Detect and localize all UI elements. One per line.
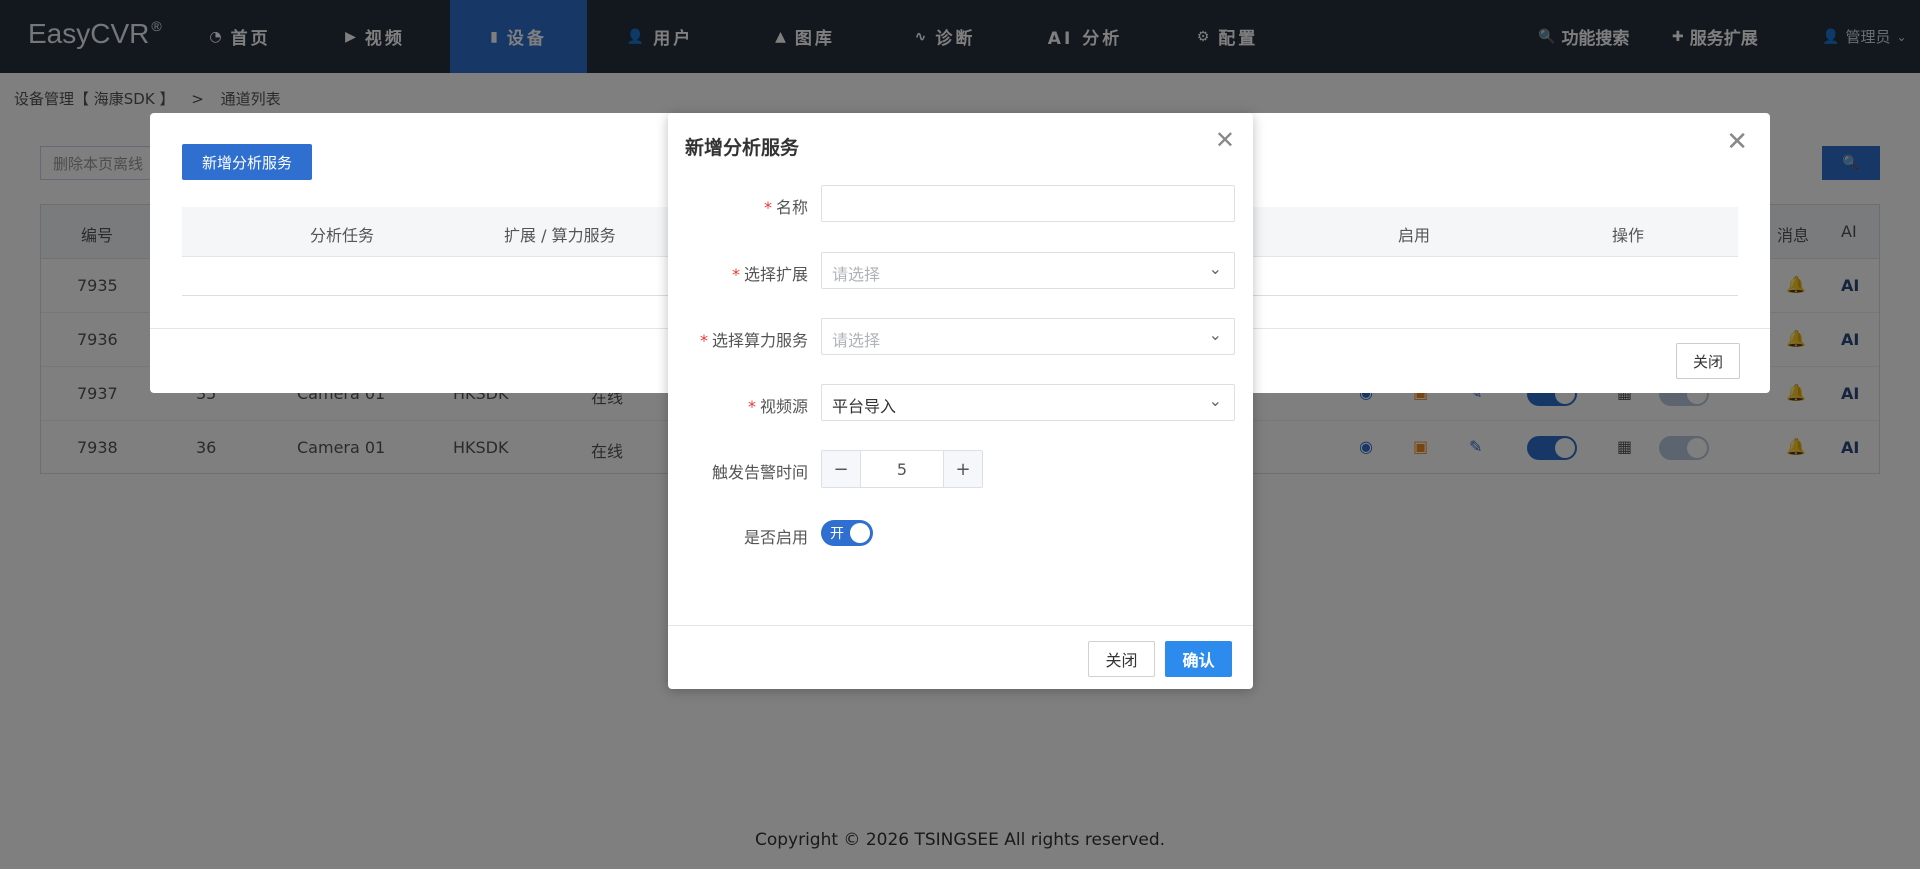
column-header-enable: 启用	[1398, 226, 1431, 245]
form-row-name: * 名称	[668, 185, 1253, 223]
close-button[interactable]: 关闭	[1676, 343, 1740, 379]
switch-on-text: 开	[830, 526, 844, 542]
chevron-down-icon: ⌄	[1208, 391, 1222, 410]
required-mark: *	[747, 397, 756, 416]
column-header-action: 操作	[1612, 226, 1645, 245]
required-mark: *	[763, 198, 772, 217]
form-row-extension: * 选择扩展 请选择 ⌄	[668, 252, 1253, 290]
column-header-task: 分析任务	[310, 226, 375, 245]
video-source-select[interactable]: 平台导入 ⌄	[821, 384, 1235, 421]
add-analysis-service-dialog: 新增分析服务 ✕ * 名称 * 选择扩展 请选择 ⌄ * 选择算力服务 请选择 ⌄ * 视频…	[668, 113, 1253, 689]
field-label: * 选择算力服务	[699, 331, 808, 350]
field-label: * 名称	[763, 198, 808, 217]
increment-button[interactable]: +	[944, 451, 982, 487]
form-row-compute: * 选择算力服务 请选择 ⌄	[668, 318, 1253, 356]
switch-knob	[850, 523, 870, 543]
alarm-time-stepper: − 5 +	[821, 450, 983, 488]
close-icon[interactable]: ✕	[1726, 127, 1748, 157]
required-mark: *	[699, 331, 708, 350]
compute-service-select[interactable]: 请选择 ⌄	[821, 318, 1235, 355]
close-button[interactable]: 关闭	[1088, 641, 1155, 677]
form-row-enabled: 是否启用 开	[668, 515, 1253, 553]
dialog-footer-divider	[668, 625, 1253, 626]
required-mark: *	[731, 265, 740, 284]
confirm-button[interactable]: 确认	[1165, 641, 1232, 677]
field-label: 是否启用	[743, 528, 808, 547]
decrement-button[interactable]: −	[822, 451, 860, 487]
alarm-time-input[interactable]: 5	[860, 451, 944, 487]
extension-select[interactable]: 请选择 ⌄	[821, 252, 1235, 289]
name-input[interactable]	[821, 185, 1235, 222]
form-row-video-source: * 视频源 平台导入 ⌄	[668, 384, 1253, 422]
chevron-down-icon: ⌄	[1208, 325, 1222, 344]
enabled-switch[interactable]: 开	[821, 520, 873, 546]
form-row-alarm-time: 触发告警时间 − 5 +	[668, 450, 1253, 488]
field-label: * 视频源	[747, 397, 808, 416]
field-label: 触发告警时间	[711, 463, 808, 482]
add-analysis-service-button[interactable]: 新增分析服务	[182, 144, 312, 180]
close-icon[interactable]: ✕	[1215, 126, 1235, 154]
field-label: * 选择扩展	[731, 265, 808, 284]
chevron-down-icon: ⌄	[1208, 259, 1222, 278]
dialog-title: 新增分析服务	[685, 137, 800, 159]
column-header-extension: 扩展 / 算力服务	[504, 226, 616, 245]
